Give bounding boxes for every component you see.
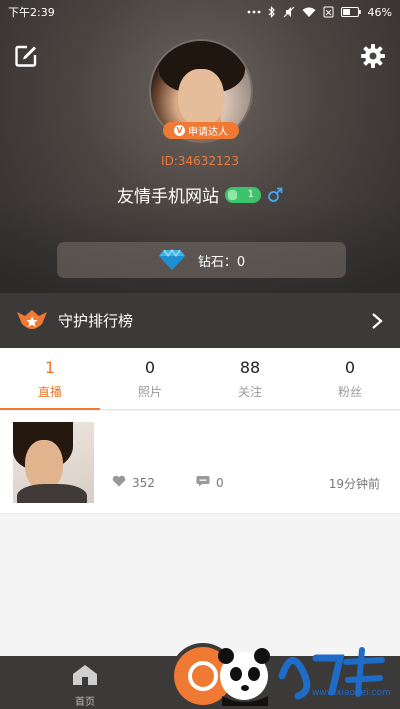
settings-gear-icon[interactable]	[360, 43, 386, 69]
diamond-balance-bar[interactable]: 钻石：0	[57, 242, 346, 278]
comment-icon	[196, 475, 210, 490]
mute-icon	[283, 6, 295, 18]
guard-ranking-row[interactable]: 守护排行榜	[0, 293, 400, 348]
tab-fans-count: 0	[344, 357, 356, 377]
tab-fans-label: 粉丝	[337, 384, 362, 399]
nav-home-label: 首页	[75, 697, 95, 708]
live-list	[0, 411, 400, 514]
comment-stat: 0	[196, 475, 224, 490]
heart-icon	[112, 475, 126, 490]
live-thumbnail[interactable]	[13, 422, 94, 503]
home-icon	[72, 664, 98, 690]
ranking-shield-icon	[16, 308, 48, 334]
camera-ring-icon	[188, 661, 218, 691]
start-live-button[interactable]	[174, 647, 232, 705]
battery-percent: 46%	[367, 5, 392, 19]
nav-home[interactable]: 首页	[70, 664, 100, 708]
tab-live-count: 1	[44, 357, 56, 377]
user-id: ID:34632123	[161, 154, 239, 168]
post-time: 19分钟前	[328, 477, 380, 491]
like-stat: 352	[112, 475, 155, 490]
tab-live-label: 直播	[37, 384, 62, 399]
tab-following-label: 关注	[237, 384, 262, 399]
wifi-icon	[302, 7, 316, 18]
apply-talent-badge[interactable]: V 申请达人	[163, 122, 239, 139]
tab-photos[interactable]: 0 照片	[100, 348, 200, 409]
profile-tabs: 1 直播 0 照片 88 关注 0 粉丝	[0, 348, 400, 410]
bluetooth-icon	[268, 6, 276, 18]
nickname: 友情手机网站	[117, 187, 219, 207]
name-row: 友情手机网站 1	[0, 182, 400, 207]
ranking-title: 守护排行榜	[58, 312, 134, 330]
status-time: 下午2:39	[8, 6, 55, 19]
edit-profile-icon[interactable]	[14, 44, 38, 68]
tab-fans[interactable]: 0 粉丝	[300, 348, 400, 409]
tab-following[interactable]: 88 关注	[200, 348, 300, 409]
chevron-right-icon	[370, 312, 384, 330]
apply-talent-label: 申请达人	[188, 127, 228, 138]
list-item[interactable]	[0, 411, 400, 514]
tab-photos-count: 0	[144, 357, 156, 377]
diamond-count: 钻石：0	[197, 254, 246, 270]
more-dots-icon	[247, 10, 261, 14]
tab-following-count: 88	[239, 357, 261, 377]
profile-header: 下午2:39 46% V 申请达人 ID:34632123 友情手机网站 1 钻…	[0, 0, 400, 293]
tab-photos-label: 照片	[137, 384, 162, 399]
tab-live[interactable]: 1 直播	[0, 348, 100, 410]
status-bar: 下午2:39 46%	[0, 0, 400, 24]
male-gender-icon	[267, 187, 283, 203]
level-value: 1	[247, 189, 254, 200]
diamond-icon	[158, 249, 186, 271]
level-badge: 1	[225, 186, 261, 203]
v-badge-icon: V	[174, 125, 185, 136]
sim-icon	[323, 6, 334, 18]
like-count: 352	[132, 475, 155, 490]
comment-count: 0	[216, 475, 224, 490]
battery-icon	[340, 7, 361, 17]
